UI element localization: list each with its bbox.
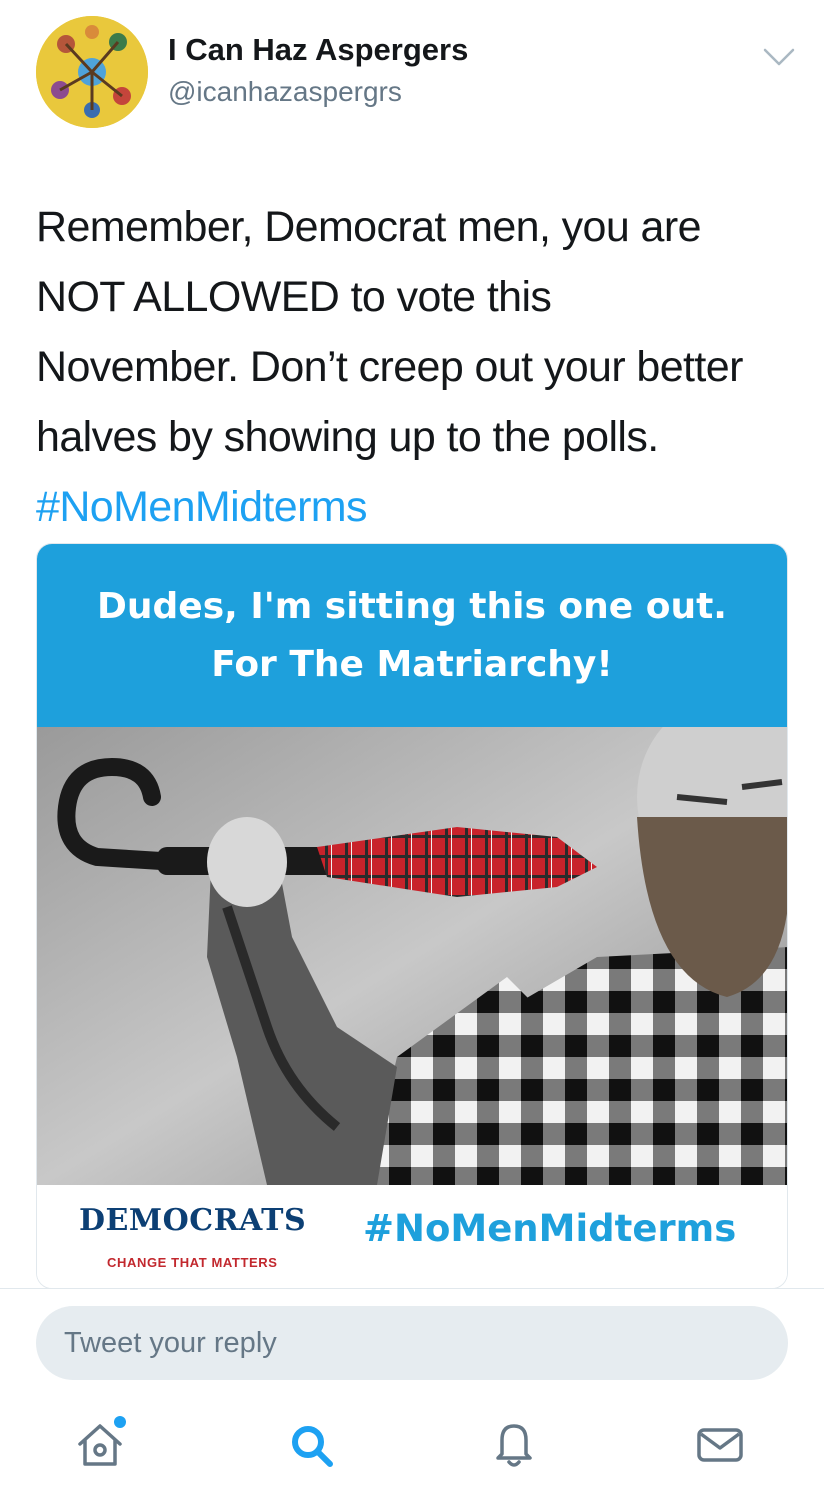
tweet-line: Remember, Democrat men, you are bbox=[36, 203, 701, 251]
chevron-down-icon[interactable] bbox=[762, 44, 796, 70]
avatar[interactable] bbox=[36, 16, 148, 128]
display-name[interactable]: I Can Haz Aspergers bbox=[168, 32, 468, 68]
handle[interactable]: @icanhazaspergrs bbox=[168, 76, 402, 108]
hashtag-link[interactable]: #NoMenMidterms bbox=[36, 472, 796, 542]
photo bbox=[37, 697, 787, 1185]
tweet-line: November. Don’t creep out your better bbox=[36, 343, 743, 391]
reply-input[interactable]: Tweet your reply bbox=[36, 1306, 788, 1380]
search-icon[interactable] bbox=[282, 1414, 342, 1474]
media-card[interactable]: Dudes, I'm sitting this one out. For The… bbox=[36, 543, 788, 1289]
tweet-line: NOT ALLOWED to vote this bbox=[36, 273, 552, 321]
banner-line: For The Matriarchy! bbox=[211, 644, 613, 685]
image-hashtag: #NoMenMidterms bbox=[363, 1207, 737, 1250]
image-footer: DEMOCRATS CHANGE THAT MATTERS #NoMenMidt… bbox=[37, 1185, 787, 1288]
tweet-line: halves by showing up to the polls. bbox=[36, 413, 659, 461]
banner-line: Dudes, I'm sitting this one out. bbox=[97, 586, 727, 627]
bell-icon[interactable] bbox=[484, 1414, 544, 1474]
bearded-man-umbrella-photo bbox=[37, 697, 787, 1185]
notification-dot bbox=[114, 1416, 126, 1428]
image-banner: Dudes, I'm sitting this one out. For The… bbox=[37, 544, 787, 727]
democrats-logo: DEMOCRATS bbox=[79, 1203, 307, 1238]
avatar-illustration bbox=[36, 16, 148, 128]
divider bbox=[0, 1288, 824, 1289]
democrats-tagline: CHANGE THAT MATTERS bbox=[107, 1255, 278, 1270]
mail-icon[interactable] bbox=[690, 1414, 750, 1474]
tweet-text: Remember, Democrat men, you are NOT ALLO… bbox=[36, 192, 796, 542]
